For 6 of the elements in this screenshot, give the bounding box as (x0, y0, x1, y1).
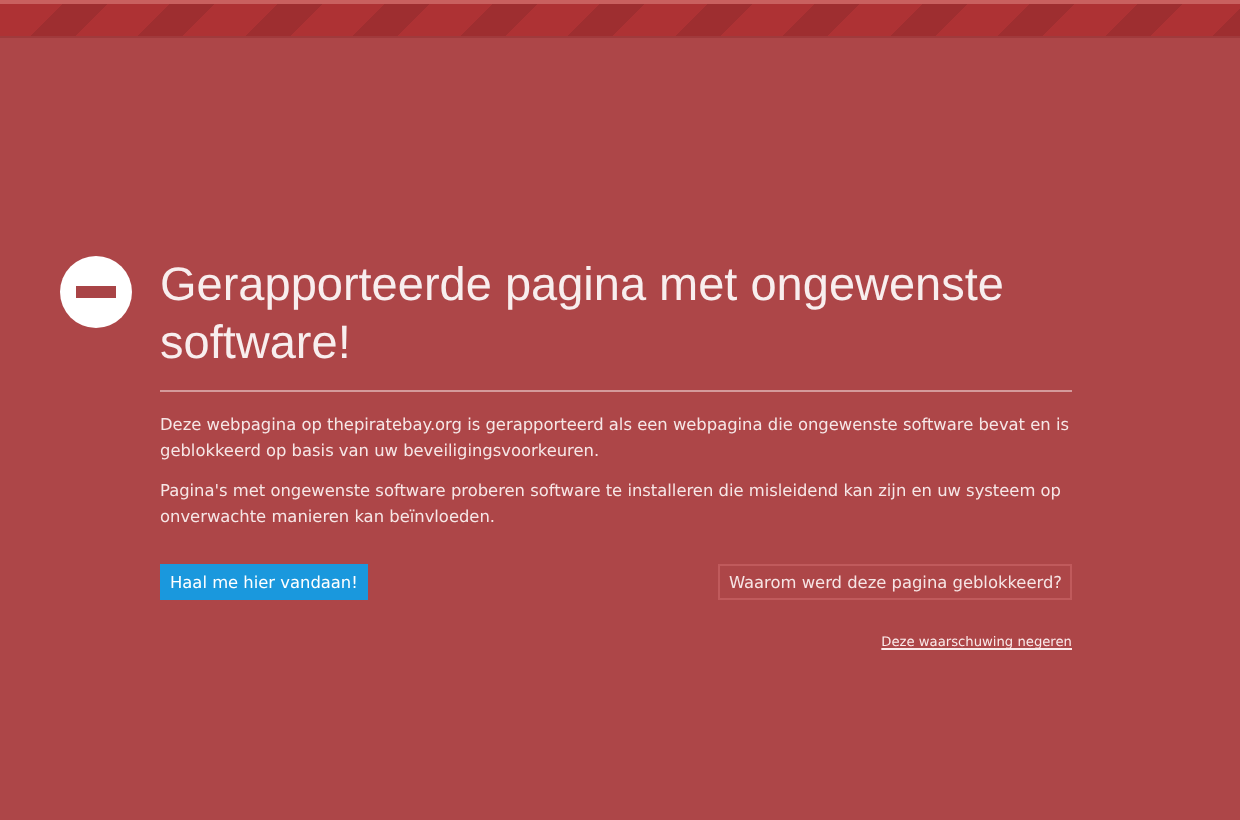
blocked-icon (60, 256, 132, 328)
get-away-button[interactable]: Haal me hier vandaan! (160, 564, 368, 600)
page-title: Gerapporteerde pagina met ongewenste software! (160, 256, 1006, 372)
warning-paragraph: Deze webpagina op thepiratebay.org is gerapporteerd als een webpagina die ongewenste software bevat en is geblokkeerd op basis van uw beveiligingsvoorkeuren. (160, 412, 1071, 464)
why-blocked-button[interactable]: Waarom werd deze pagina geblokkeerd? (718, 564, 1072, 600)
warning-paragraph: Pagina's met ongewenste software proberen software te installeren die misleidend kan zijn en uw systeem op onverwachte manieren kan beïnvloeden. (160, 478, 1064, 530)
